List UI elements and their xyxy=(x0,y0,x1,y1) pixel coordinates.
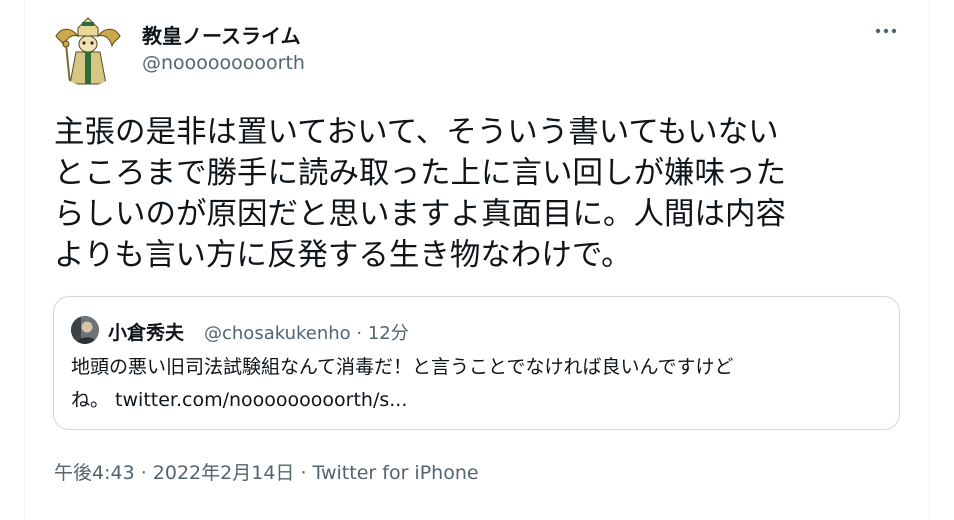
tweet-timestamp[interactable]: 午後4:43 · 2022年2月14日 · xyxy=(54,462,313,484)
quoted-author-name: 小倉秀夫 xyxy=(108,322,185,344)
quoted-tweet[interactable]: 小倉秀夫 @chosakukenho · 12分 地頭の悪い旧司法試験組なんて消… xyxy=(53,296,900,430)
quoted-tweet-body: 地頭の悪い旧司法試験組なんて消毒だ！と言うことでなければ良いんですけど ね。 t… xyxy=(71,351,881,417)
tweet-body-line: らしいのが原因だと思いますよ真面目に。人間は内容 xyxy=(54,197,786,232)
tweet-timestamp-row: 午後4:43 · 2022年2月14日 · Twitter for iPhone xyxy=(54,458,479,485)
quoted-body-line: ね。 twitter.com/nooooooooorth/s... xyxy=(71,384,881,417)
author-handle[interactable]: @nooooooooorth xyxy=(142,52,305,74)
tweet-body-line: 主張の是非は置いておいて、そういう書いてもいない xyxy=(54,115,779,150)
author-avatar[interactable] xyxy=(52,14,124,86)
more-options-button[interactable] xyxy=(868,16,904,46)
tweet-source-link[interactable]: Twitter for iPhone xyxy=(313,462,479,484)
more-horizontal-icon xyxy=(875,28,897,34)
quoted-body-line: 地頭の悪い旧司法試験組なんて消毒だ！と言うことでなければ良いんですけど xyxy=(71,356,734,378)
tweet-body-line: ところまで勝手に読み取った上に言い回しが嫌味った xyxy=(54,156,786,191)
quoted-author-avatar[interactable] xyxy=(71,316,99,344)
quoted-tweet-link[interactable]: twitter.com/nooooooooorth/s... xyxy=(115,389,407,411)
person-avatar-icon xyxy=(71,316,99,344)
pope-slime-avatar-icon xyxy=(52,14,124,86)
quoted-author-meta: @chosakukenho · 12分 xyxy=(204,323,409,344)
author-display-name[interactable]: 教皇ノースライム xyxy=(142,20,301,49)
tweet-body: 主張の是非は置いておいて、そういう書いてもいない ところまで勝手に読み取った上に… xyxy=(54,112,894,276)
tweet-body-line: よりも言い方に反発する生き物なわけで。 xyxy=(54,238,632,273)
quoted-body-prefix: ね。 xyxy=(71,389,116,411)
